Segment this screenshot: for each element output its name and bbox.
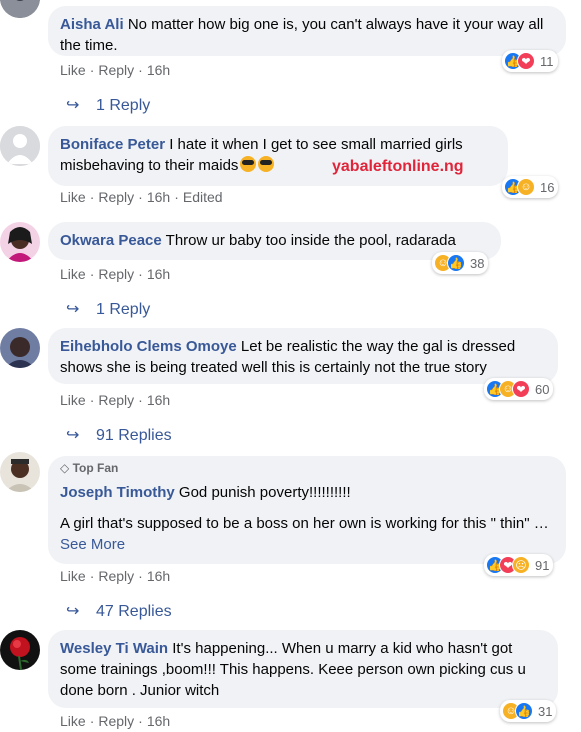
reaction-count: 11: [540, 53, 554, 69]
comment-bubble: Wesley Ti Wain It's happening... When u …: [48, 630, 558, 708]
comment-text: God punish poverty!!!!!!!!!!: [178, 484, 351, 501]
comment-actions: Like · Reply · 16h: [60, 568, 171, 584]
comment-line-2: A girl that's supposed to be a boss on h…: [60, 513, 554, 555]
love-reaction-icon: ❤: [512, 380, 530, 398]
sunglasses-emoji: [258, 156, 275, 172]
love-reaction-icon: ❤: [517, 52, 535, 70]
timestamp-link[interactable]: 16h: [147, 266, 170, 282]
reply-arrow-icon: ↪: [66, 603, 80, 620]
like-link[interactable]: Like: [60, 568, 86, 584]
view-replies-link[interactable]: ↪ 1 Reply: [66, 95, 150, 115]
reaction-summary[interactable]: 👍 ❤ ☹ 91: [484, 554, 554, 576]
comment-author[interactable]: Okwara Peace: [60, 232, 162, 249]
edited-label[interactable]: Edited: [183, 189, 223, 205]
reply-arrow-icon: ↪: [66, 97, 80, 114]
like-reaction-icon: 👍: [447, 254, 465, 272]
avatar[interactable]: [0, 630, 40, 670]
timestamp-link[interactable]: 16h: [147, 189, 170, 205]
reaction-count: 16: [540, 179, 555, 195]
reaction-summary[interactable]: 👍 ☺ 16: [502, 176, 559, 198]
reaction-count: 91: [535, 557, 550, 573]
comment-line-1: Joseph Timothy God punish poverty!!!!!!!…: [60, 482, 554, 503]
reply-link[interactable]: Reply: [98, 713, 134, 729]
reaction-summary[interactable]: ☺ 👍 38: [432, 252, 489, 274]
view-replies-link[interactable]: ↪ 1 Reply: [66, 299, 150, 319]
diamond-icon: ◇: [60, 461, 70, 475]
sad-reaction-icon: ☹: [512, 556, 530, 574]
reply-link[interactable]: Reply: [98, 62, 134, 78]
comment-author[interactable]: Aisha Ali: [60, 16, 124, 33]
see-more-link[interactable]: See More: [60, 536, 125, 553]
reaction-count: 60: [535, 381, 550, 397]
view-replies-link[interactable]: ↪ 47 Replies: [66, 601, 172, 621]
replies-label: 1 Reply: [96, 301, 151, 318]
timestamp-link[interactable]: 16h: [147, 62, 170, 78]
reply-link[interactable]: Reply: [98, 189, 134, 205]
comment-author[interactable]: Joseph Timothy: [60, 484, 175, 501]
reply-arrow-icon: ↪: [66, 427, 80, 444]
reaction-summary[interactable]: ☺ 👍 31: [500, 700, 557, 722]
reaction-count: 38: [470, 255, 485, 271]
comment-bubble: Eihebholo Clems Omoye Let be realistic t…: [48, 328, 558, 384]
timestamp-link[interactable]: 16h: [147, 713, 170, 729]
avatar[interactable]: [0, 328, 40, 368]
avatar[interactable]: [0, 222, 40, 262]
reaction-count: 31: [538, 703, 553, 719]
comment-bubble: Aisha Ali No matter how big one is, you …: [48, 6, 566, 56]
comment-bubble: Okwara Peace Throw ur baby too inside th…: [48, 222, 501, 260]
sunglasses-emoji: [240, 156, 257, 172]
badge-label: Top Fan: [72, 461, 119, 475]
like-reaction-icon: 👍: [515, 702, 533, 720]
timestamp-link[interactable]: 16h: [147, 568, 170, 584]
comment-text: Throw ur baby too inside the pool, radar…: [165, 232, 456, 249]
top-fan-badge: ◇ Top Fan: [60, 461, 118, 475]
avatar[interactable]: [0, 452, 40, 492]
comment-text: No matter how big one is, you can't alwa…: [60, 16, 544, 54]
reaction-summary[interactable]: 👍 ❤ 11: [502, 50, 558, 72]
comment-actions: Like · Reply · 16h · Edited: [60, 189, 223, 205]
avatar[interactable]: [0, 126, 40, 166]
like-link[interactable]: Like: [60, 266, 86, 282]
comment-bubble: Boniface Peter I hate it when I get to s…: [48, 126, 508, 186]
replies-label: 1 Reply: [96, 97, 151, 114]
replies-label: 91 Replies: [96, 427, 172, 444]
like-link[interactable]: Like: [60, 392, 86, 408]
like-link[interactable]: Like: [60, 189, 86, 205]
comment-actions: Like · Reply · 16h: [60, 266, 171, 282]
comment-actions: Like · Reply · 16h: [60, 392, 171, 408]
haha-reaction-icon: ☺: [517, 178, 535, 196]
replies-label: 47 Replies: [96, 603, 172, 620]
avatar[interactable]: [0, 0, 40, 18]
comment-actions: Like · Reply · 16h: [60, 713, 171, 729]
comment-actions: Like · Reply · 16h: [60, 62, 171, 78]
like-link[interactable]: Like: [60, 713, 86, 729]
comment-author[interactable]: Eihebholo Clems Omoye: [60, 338, 237, 355]
comment-author[interactable]: Boniface Peter: [60, 136, 165, 153]
timestamp-link[interactable]: 16h: [147, 392, 170, 408]
comment-bubble: Joseph Timothy God punish poverty!!!!!!!…: [48, 456, 566, 564]
like-link[interactable]: Like: [60, 62, 86, 78]
comment-author[interactable]: Wesley Ti Wain: [60, 640, 168, 657]
reply-arrow-icon: ↪: [66, 301, 80, 318]
reply-link[interactable]: Reply: [98, 392, 134, 408]
reply-link[interactable]: Reply: [98, 568, 134, 584]
comment-text-continued: A girl that's supposed to be a boss on h…: [60, 515, 549, 532]
reply-link[interactable]: Reply: [98, 266, 134, 282]
view-replies-link[interactable]: ↪ 91 Replies: [66, 425, 172, 445]
reaction-summary[interactable]: 👍 ☺ ❤ 60: [484, 378, 554, 400]
watermark: yabaleftonline.ng: [332, 158, 464, 175]
